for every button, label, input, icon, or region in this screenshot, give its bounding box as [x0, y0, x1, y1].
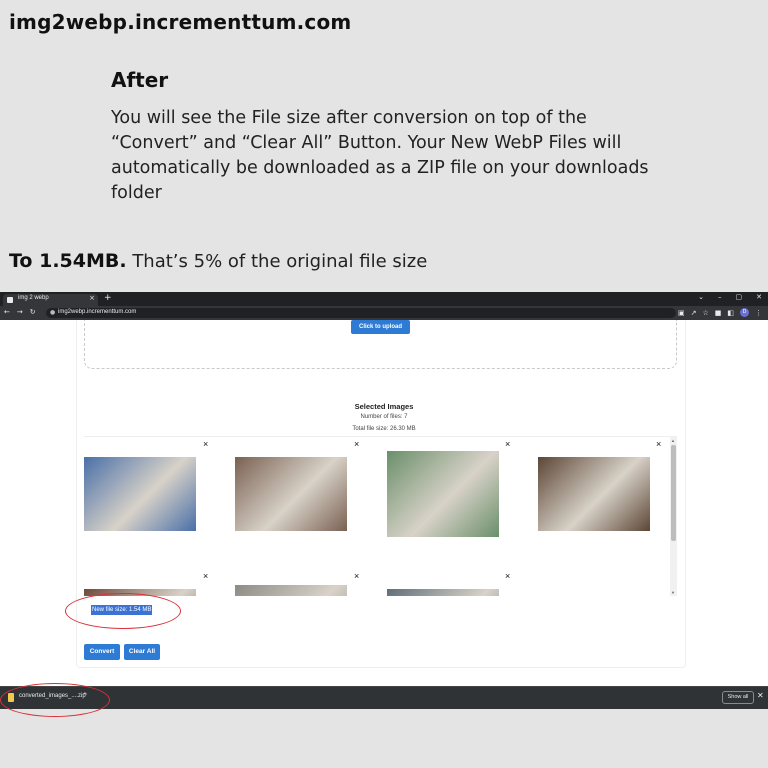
favicon-icon: [7, 297, 13, 303]
remove-image-icon[interactable]: ×: [203, 440, 208, 449]
annotation-ellipse-new-size: [65, 593, 181, 629]
browser-toolbar: ← → ↻ ● img2webp.incrementtum.com ▣ ↗ ☆ …: [0, 306, 768, 320]
back-icon[interactable]: ←: [4, 308, 10, 316]
maximize-icon[interactable]: ▢: [736, 293, 743, 301]
result-line: To 1.54MB. That’s 5% of the original fil…: [9, 250, 427, 272]
address-text: img2webp.incrementtum.com: [58, 309, 137, 315]
scroll-down-icon[interactable]: ▼: [671, 590, 675, 595]
close-window-icon[interactable]: ✕: [756, 293, 762, 301]
file-count: Number of files: 7: [360, 414, 408, 420]
web-page: Click to upload Selected Images Number o…: [0, 320, 768, 686]
image-grid: × × × × × × × ▲ ▼: [84, 436, 677, 596]
minimize-icon[interactable]: –: [718, 293, 722, 301]
share-icon[interactable]: ↗: [691, 309, 697, 317]
tab-bar: img 2 webp × + ⌄ – ▢ ✕: [0, 292, 768, 306]
remove-image-icon[interactable]: ×: [505, 572, 510, 581]
tab-close-icon[interactable]: ×: [89, 294, 95, 302]
result-size: To 1.54MB.: [9, 250, 127, 272]
remove-image-icon[interactable]: ×: [354, 572, 359, 581]
extensions-icon[interactable]: ■: [715, 309, 722, 317]
show-all-button[interactable]: Show all: [722, 691, 754, 704]
menu-dots-icon[interactable]: ⋮: [755, 309, 762, 317]
sidepanel-icon[interactable]: ◧: [727, 309, 734, 317]
scrollbar-thumb[interactable]: [671, 445, 676, 541]
address-bar[interactable]: ● img2webp.incrementtum.com: [46, 308, 676, 318]
section-heading: After: [111, 68, 169, 92]
browser-tab[interactable]: img 2 webp ×: [3, 294, 98, 306]
convert-button[interactable]: Convert: [84, 644, 120, 660]
toolbar-icons: ▣ ↗ ☆ ■ ◧ D ⋮: [678, 308, 762, 317]
window-controls: ⌄ – ▢ ✕: [698, 293, 762, 301]
selected-images-heading: Selected Images: [354, 402, 414, 411]
lock-icon: ●: [50, 309, 56, 316]
remove-image-icon[interactable]: ×: [656, 440, 661, 449]
reload-icon[interactable]: ↻: [30, 308, 36, 316]
grid-scrollbar[interactable]: ▲ ▼: [670, 437, 677, 596]
clear-all-button[interactable]: Clear All: [124, 644, 160, 660]
tab-title: img 2 webp: [18, 295, 49, 301]
image-thumbnail: [235, 457, 347, 531]
image-thumbnail: [84, 457, 196, 531]
image-thumbnail: [538, 457, 650, 531]
result-note: That’s 5% of the original file size: [126, 251, 428, 272]
image-thumbnail: [387, 589, 499, 596]
image-thumbnail: [387, 451, 499, 537]
upload-button[interactable]: Click to upload: [351, 320, 410, 334]
annotation-ellipse-download: [0, 683, 110, 717]
total-file-size: Total file size: 26.30 MB: [352, 426, 416, 432]
remove-image-icon[interactable]: ×: [354, 440, 359, 449]
close-download-bar-icon[interactable]: ✕: [757, 691, 764, 700]
remove-image-icon[interactable]: ×: [505, 440, 510, 449]
nav-icons: ← → ↻: [4, 308, 36, 316]
profile-avatar[interactable]: D: [740, 308, 749, 317]
scroll-up-icon[interactable]: ▲: [671, 438, 675, 443]
download-bar: converted_images_....zip ^ Show all ✕: [0, 686, 768, 709]
forward-icon[interactable]: →: [17, 308, 23, 316]
cast-icon[interactable]: ▣: [678, 309, 685, 317]
bookmark-star-icon[interactable]: ☆: [702, 309, 708, 317]
browser-window: img 2 webp × + ⌄ – ▢ ✕ ← → ↻ ● img2webp.…: [0, 292, 768, 709]
tab-search-icon[interactable]: ⌄: [698, 293, 704, 301]
section-body: You will see the File size after convers…: [111, 108, 649, 203]
image-thumbnail: [235, 585, 347, 596]
remove-image-icon[interactable]: ×: [203, 572, 208, 581]
new-tab-button[interactable]: +: [104, 293, 112, 303]
site-title: img2webp.incrementtum.com: [9, 10, 352, 34]
